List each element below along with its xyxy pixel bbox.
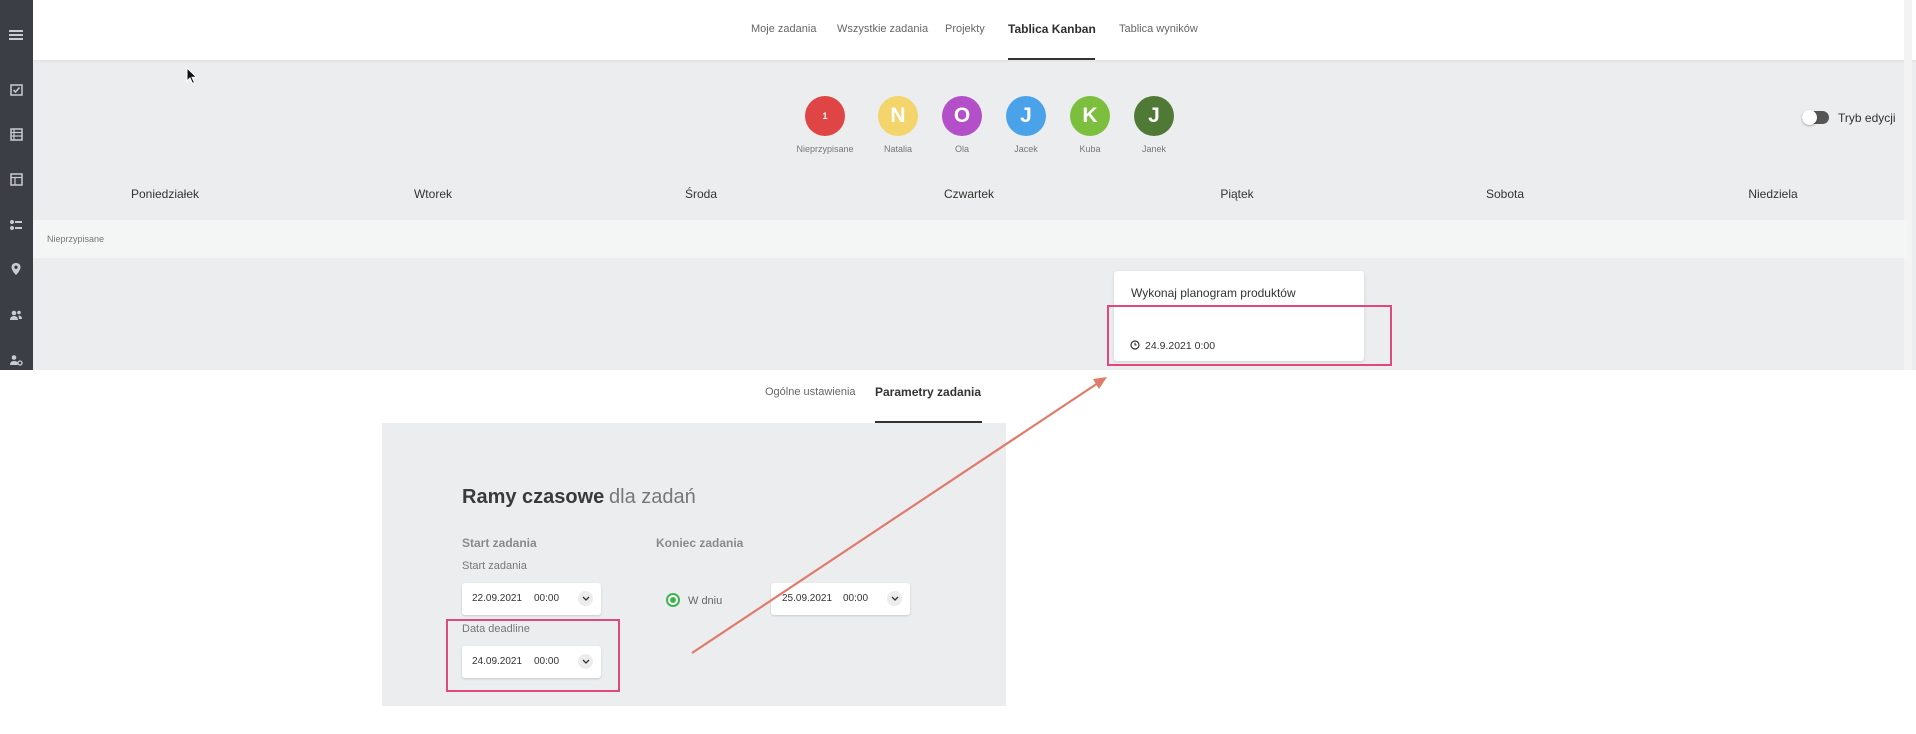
tab-ogolne-ustawienia[interactable]: Ogólne ustawienia: [765, 386, 856, 398]
menu-icon[interactable]: [6, 27, 26, 47]
tab-parametry-zadania[interactable]: Parametry zadania: [875, 385, 981, 399]
start-time-value: 00:00: [534, 593, 560, 604]
start-section-heading: Start zadania: [462, 536, 537, 550]
avatar-jacek[interactable]: J: [1006, 96, 1046, 136]
tab-moje-zadania[interactable]: Moje zadania: [751, 23, 816, 35]
routes-icon[interactable]: [6, 217, 26, 237]
end-section-heading: Koniec zadania: [656, 536, 744, 550]
day-header-thursday: Czwartek: [943, 187, 994, 201]
panel-title: Ramy czasowe: [462, 486, 605, 508]
avatar-janek[interactable]: J: [1134, 96, 1174, 136]
toggle-knob: [1802, 110, 1817, 125]
avatar-ola[interactable]: O: [942, 96, 982, 136]
list-icon[interactable]: [6, 127, 26, 147]
kanban-screen: Moje zadania Wszystkie zadania Projekty …: [0, 0, 1916, 370]
on-day-radio[interactable]: [666, 593, 680, 607]
location-pin-icon[interactable]: [6, 262, 26, 282]
day-header-saturday: Sobota: [1485, 187, 1525, 201]
chevron-down-icon[interactable]: [578, 591, 593, 606]
sidebar: [0, 0, 33, 370]
day-header-tuesday: Wtorek: [413, 187, 452, 201]
avatar-name: Nieprzypisane: [796, 144, 854, 154]
day-header-friday: Piątek: [1220, 187, 1254, 201]
edit-mode-toggle[interactable]: [1802, 110, 1829, 125]
task-check-icon[interactable]: [6, 82, 26, 102]
on-day-radio-label: W dniu: [688, 595, 723, 607]
scrollbar[interactable]: [1904, 0, 1912, 370]
avatar-natalia[interactable]: N: [878, 96, 918, 136]
user-settings-icon[interactable]: [6, 352, 26, 370]
tab-projekty[interactable]: Projekty: [945, 23, 985, 35]
avatar-kuba[interactable]: K: [1070, 96, 1110, 136]
annotation-highlight-card-date: [1107, 305, 1392, 366]
users-group-icon[interactable]: [6, 307, 26, 327]
tab-tablica-kanban[interactable]: Tablica Kanban: [1008, 22, 1096, 36]
tab-wszystkie-zadania[interactable]: Wszystkie zadania: [837, 23, 928, 35]
start-datetime-field[interactable]: 22.09.2021 00:00: [462, 583, 601, 615]
avatar-name: Janek: [1141, 144, 1167, 154]
mouse-cursor-icon: [186, 66, 198, 85]
radio-selected-dot: [670, 597, 676, 603]
swimlane-label: Nieprzypisane: [47, 234, 105, 244]
chevron-down-icon[interactable]: [887, 591, 902, 606]
end-time-value: 00:00: [843, 593, 869, 604]
day-header-monday: Poniedziałek: [130, 187, 200, 201]
start-field-label: Start zadania: [462, 560, 527, 572]
swimlane-header: [33, 220, 1907, 258]
annotation-highlight-deadline: [446, 619, 620, 692]
edit-mode-label: Tryb edycji: [1838, 111, 1896, 125]
top-navigation: Moje zadania Wszystkie zadania Projekty …: [33, 0, 1916, 61]
panel-subtitle: dla zadań: [609, 486, 696, 508]
day-header-wednesday: Środa: [684, 187, 718, 201]
tab-tablica-wynikow[interactable]: Tablica wyników: [1119, 23, 1198, 35]
active-tab-underline: [1008, 58, 1095, 60]
task-card-title: Wykonaj planogram produktów: [1131, 286, 1296, 300]
avatar-unassigned[interactable]: 1: [805, 96, 845, 136]
end-datetime-field[interactable]: 25.09.2021 00:00: [771, 583, 910, 615]
day-header-sunday: Niedziela: [1748, 187, 1798, 201]
board-icon[interactable]: [6, 172, 26, 192]
start-date-value: 22.09.2021: [472, 593, 523, 604]
end-date-value: 25.09.2021: [782, 593, 833, 604]
